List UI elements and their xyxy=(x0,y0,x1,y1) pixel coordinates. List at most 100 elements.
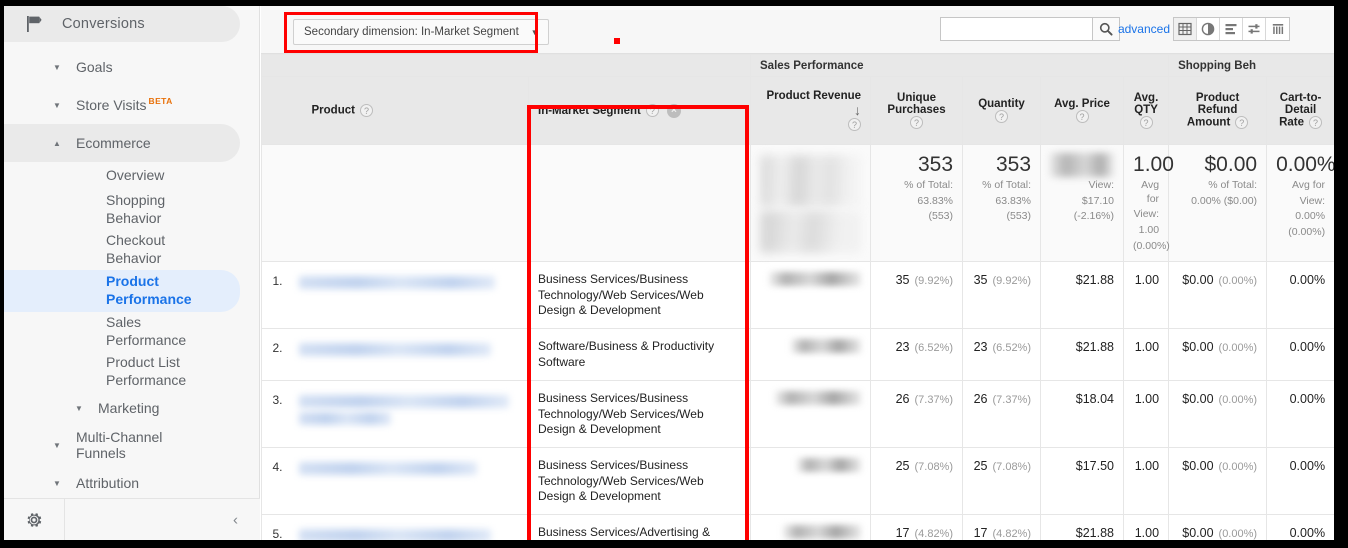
collapse-sidebar-icon[interactable]: ‹ xyxy=(233,511,238,528)
sidebar-item-label: Shopping Behavior xyxy=(106,192,166,226)
summary-product-revenue xyxy=(750,143,872,263)
row-index: 4. xyxy=(261,447,290,516)
flag-icon xyxy=(26,16,48,32)
help-icon[interactable]: ? xyxy=(995,110,1009,123)
advanced-filter-link[interactable]: advanced xyxy=(1118,22,1170,36)
cell-cart-to-detail-rate: 0.00% xyxy=(1266,447,1334,516)
search-icon[interactable] xyxy=(1092,17,1120,41)
table-row[interactable]: 1. Business Services/Business Technology/… xyxy=(261,261,1334,330)
summary-segment xyxy=(527,143,752,263)
performance-view-icon[interactable] xyxy=(1220,18,1243,40)
column-label-in-market-segment: In-Market Segment xyxy=(538,104,641,117)
table-row[interactable]: 3. Business Services/Business Technology/… xyxy=(261,380,1334,449)
summary-avg-qty: 1.00 Avg for View: 1.00 (0.00%) xyxy=(1123,143,1174,263)
column-header-unique-purchases[interactable]: Unique Purchases ? xyxy=(870,76,964,145)
redacted-revenue xyxy=(775,391,862,406)
help-icon[interactable]: ? xyxy=(645,104,659,117)
summary-sub-1: % of Total: xyxy=(904,179,954,192)
column-header-avg-qty[interactable]: Avg. QTY ? xyxy=(1123,76,1170,145)
summary-sub-3: (553) xyxy=(1006,210,1032,223)
search-input[interactable] xyxy=(940,17,1092,41)
summary-product-refund-amount: $0.00 % of Total: 0.00% ($0.00) xyxy=(1168,143,1268,263)
summary-sub-4: (0.00%) xyxy=(1133,239,1170,252)
cell-product[interactable] xyxy=(289,328,529,382)
chevron-down-icon: ▼ xyxy=(530,27,539,37)
summary-unique-purchases: 353 % of Total: 63.83% (553) xyxy=(870,143,964,263)
column-header-quantity[interactable]: Quantity ? xyxy=(962,76,1042,145)
summary-sub-2: View: xyxy=(1299,194,1326,207)
column-label-unique-purchases: Unique Purchases xyxy=(887,92,946,116)
summary-row-number xyxy=(261,143,290,263)
cell-product[interactable] xyxy=(289,261,529,330)
cell-quantity: 25 (7.08%) xyxy=(962,447,1042,516)
cell-product-refund-amount: $0.00 (0.00%) xyxy=(1168,380,1268,449)
secondary-dimension-label: Secondary dimension: In-Market Segment xyxy=(304,26,519,38)
help-icon[interactable]: ? xyxy=(359,104,373,117)
cell-product[interactable] xyxy=(289,447,529,516)
sidebar-group-ecommerce[interactable]: ▲ Ecommerce xyxy=(4,124,240,162)
cell-unique-purchases: 35 (9.92%) xyxy=(870,261,964,330)
help-icon[interactable]: ? xyxy=(1309,116,1323,129)
redacted-product-name xyxy=(298,529,491,540)
summary-sub-2: 63.83% xyxy=(995,194,1032,207)
pivot-view-icon[interactable] xyxy=(1266,18,1289,40)
sidebar: Conversions ▼ Goals ▼ Store Visits BETA ▲… xyxy=(4,6,260,540)
help-icon[interactable]: ? xyxy=(1075,110,1089,123)
sidebar-group-attribution[interactable]: ▼ Attribution xyxy=(4,466,240,500)
help-icon[interactable]: ? xyxy=(848,118,862,131)
column-header-product[interactable]: Product? xyxy=(289,76,529,145)
column-header-in-market-segment[interactable]: In-Market Segment? × xyxy=(527,76,752,145)
sidebar-item-checkout-behavior[interactable]: Checkout Behavior xyxy=(4,230,240,270)
sidebar-section-conversions[interactable]: Conversions xyxy=(4,6,240,42)
sidebar-item-product-list-performance[interactable]: Product List Performance xyxy=(4,352,240,392)
page-border-right xyxy=(1334,0,1348,548)
sidebar-group-marketing[interactable]: ▼ Marketing xyxy=(4,392,240,424)
sidebar-item-sales-performance[interactable]: Sales Performance xyxy=(4,312,240,352)
redacted-product-name xyxy=(298,343,491,357)
table-view-icon[interactable] xyxy=(1174,18,1197,40)
sidebar-group-multi-channel-funnels[interactable]: ▼ Multi-Channel Funnels xyxy=(4,424,240,466)
cell-quantity-pct: (9.92%) xyxy=(992,275,1032,288)
redacted-revenue xyxy=(783,525,862,540)
cell-unique-purchases: 17 (4.82%) xyxy=(870,514,964,540)
summary-avg-price: View: $17.10 (-2.16%) xyxy=(1040,143,1125,263)
page-border-top xyxy=(0,0,1348,6)
table-summary-row: 353 % of Total: 63.83% (553) 353 % of To… xyxy=(261,143,1334,263)
column-header-avg-price[interactable]: Avg. Price ? xyxy=(1040,76,1125,145)
pie-chart-view-icon[interactable] xyxy=(1197,18,1220,40)
help-icon[interactable]: ? xyxy=(1139,116,1153,129)
secondary-dimension-dropdown[interactable]: Secondary dimension: In-Market Segment ▼ xyxy=(293,19,549,45)
table-row[interactable]: 5. Business Services/Advertising & Market… xyxy=(261,514,1334,540)
column-header-cart-to-detail-rate[interactable]: Cart-to-Detail Rate? xyxy=(1266,76,1334,145)
sidebar-footer: ‹ xyxy=(4,498,260,540)
sort-descending-icon[interactable]: ↓ xyxy=(854,102,861,118)
sidebar-group-goals[interactable]: ▼ Goals xyxy=(4,48,240,86)
cell-product-revenue xyxy=(750,447,872,516)
table-row[interactable]: 2. Software/Business & Productivity Softw… xyxy=(261,328,1334,382)
remove-secondary-dimension-icon[interactable]: × xyxy=(666,103,681,118)
sidebar-group-store-visits[interactable]: ▼ Store Visits BETA xyxy=(4,86,240,124)
cell-product[interactable] xyxy=(289,380,529,449)
column-header-product-revenue[interactable]: Product Revenue↓ ? xyxy=(750,76,872,145)
gear-icon[interactable] xyxy=(4,510,64,530)
sidebar-item-shopping-behavior[interactable]: Shopping Behavior xyxy=(4,190,240,230)
chevron-down-icon: ▼ xyxy=(53,62,61,72)
cell-product[interactable] xyxy=(289,514,529,540)
cell-avg-price: $18.04 xyxy=(1040,380,1125,449)
column-label-avg-qty: Avg. QTY xyxy=(1133,92,1159,116)
table-row[interactable]: 4. Business Services/Business Technology/… xyxy=(261,447,1334,516)
cell-in-market-segment: Business Services/Business Technology/We… xyxy=(527,447,752,516)
cell-avg-price: $21.88 xyxy=(1040,514,1125,540)
annotation-marker xyxy=(614,38,620,44)
sidebar-item-product-performance[interactable]: Product Performance xyxy=(4,270,240,312)
group-header-empty xyxy=(261,54,752,77)
column-header-product-refund-amount[interactable]: Product Refund Amount? xyxy=(1168,76,1268,145)
chevron-up-icon: ▲ xyxy=(53,138,61,148)
comparison-view-icon[interactable] xyxy=(1243,18,1266,40)
chevron-down-icon: ▼ xyxy=(53,478,61,488)
sidebar-item-overview[interactable]: Overview xyxy=(4,162,240,190)
help-icon[interactable]: ? xyxy=(1235,116,1249,129)
table-group-header-row: Sales Performance Shopping Beh xyxy=(261,54,1334,77)
help-icon[interactable]: ? xyxy=(910,116,924,129)
table-toolbar: Secondary dimension: In-Market Segment ▼… xyxy=(261,6,1334,54)
